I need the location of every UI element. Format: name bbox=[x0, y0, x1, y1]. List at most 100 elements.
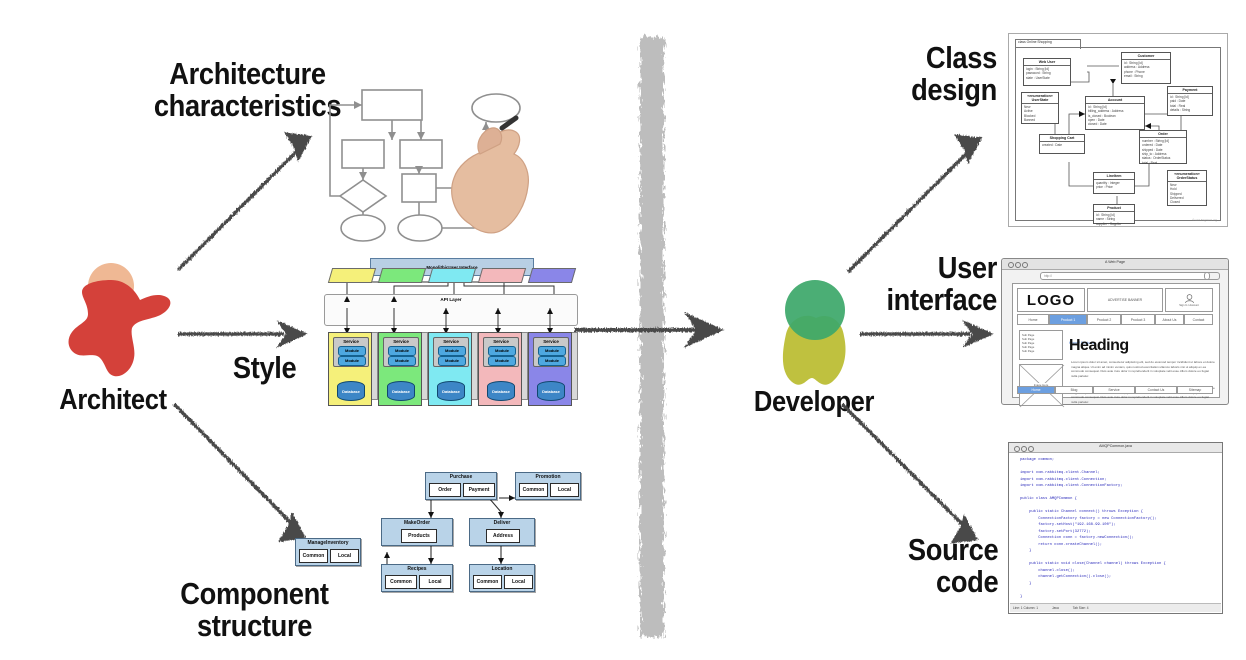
arrow-to-source-code bbox=[840, 402, 978, 544]
component-location: Location Common Local bbox=[469, 564, 535, 592]
module-box: Module bbox=[338, 346, 366, 356]
status-tab-size[interactable]: Tab Size: 4 bbox=[1073, 606, 1089, 610]
component-title: Location bbox=[491, 566, 513, 572]
wireframe-nav-item-1[interactable]: Product 1 bbox=[1049, 314, 1087, 325]
architect-label: Architect bbox=[59, 384, 167, 416]
window-dot-icon bbox=[1021, 445, 1027, 452]
architect-figure bbox=[68, 263, 171, 377]
label-class-design: Class design bbox=[878, 42, 997, 105]
uml-attributes: id : String [id] name : String supplier … bbox=[1096, 213, 1122, 226]
uml-class-name: LineItem bbox=[1094, 173, 1134, 180]
uml-class-name: Customer bbox=[1122, 53, 1170, 60]
editor-code[interactable]: package common; import com.rabbitmq.clie… bbox=[1010, 453, 1221, 603]
label-line-1: Style bbox=[232, 350, 297, 385]
wireframe-sidebar: Sub Page Sub Page Sub Page Sub Page Sub … bbox=[1019, 330, 1063, 360]
component-part: Common bbox=[519, 483, 548, 497]
wireframe-nav-item-0[interactable]: Home bbox=[1017, 314, 1049, 325]
service-label: Service bbox=[443, 339, 459, 344]
module-box: Module bbox=[538, 356, 566, 366]
window-dot-icon bbox=[1008, 262, 1014, 268]
label-architecture-characteristics: Architecture characteristics bbox=[153, 58, 342, 121]
wireframe-page: LOGO ADVERTISE BANNER Sign In / Account … bbox=[1012, 283, 1220, 408]
wireframe-nav-item-5[interactable]: Contact bbox=[1184, 314, 1213, 325]
component-purchase: Purchase Order Payment bbox=[425, 472, 497, 500]
wireframe-window-bar: A Web Page bbox=[1002, 259, 1228, 270]
arrow-to-architecture-characteristics bbox=[176, 132, 312, 272]
microservices-diagram: MonolithicUser Interface API Layer Servi… bbox=[322, 256, 578, 406]
uml-class-webuser: Web User login : String [id] password : … bbox=[1023, 58, 1071, 86]
module-box: Module bbox=[438, 346, 466, 356]
api-shape-3 bbox=[427, 268, 477, 283]
component-part: Order bbox=[429, 483, 461, 497]
api-shape-5 bbox=[527, 268, 577, 283]
uml-class-name: Account bbox=[1086, 97, 1144, 104]
label-user-interface: User interface bbox=[865, 252, 997, 315]
module-box: Module bbox=[538, 346, 566, 356]
uml-class-name: «enumeration» OrderStatus bbox=[1168, 171, 1206, 182]
component-part: Local bbox=[550, 483, 579, 497]
component-part: Common bbox=[385, 575, 417, 589]
label-line-1: Source bbox=[907, 532, 999, 567]
window-dot-icon bbox=[1015, 262, 1021, 268]
window-dot-icon bbox=[1014, 445, 1020, 452]
label-line-1: Class bbox=[925, 40, 997, 75]
component-title: ManageInventory bbox=[307, 540, 349, 546]
source-code-image: AMQPCommon.java package common; import c… bbox=[1008, 442, 1223, 614]
sidebar-link[interactable]: Sub Page bbox=[1022, 349, 1060, 353]
label-line-2: characteristics bbox=[153, 87, 342, 123]
wireframe-footer-item-4[interactable]: Sitemap bbox=[1177, 386, 1213, 394]
component-deliver: Deliver Address bbox=[469, 518, 535, 546]
wireframe-nav-item-2[interactable]: Product 2 bbox=[1087, 314, 1121, 325]
wireframe-image-placeholder: Image Here bbox=[1019, 364, 1065, 408]
database-cylinder: Database bbox=[337, 381, 365, 401]
uml-attributes: created : Date bbox=[1042, 143, 1063, 147]
component-promotion: Promotion Common Local bbox=[515, 472, 581, 500]
service-label: Service bbox=[343, 339, 359, 344]
architect-actor: Architect bbox=[48, 258, 178, 418]
component-part: Local bbox=[504, 575, 533, 589]
uml-class-lineitem: LineItem quantity : Integer price : Pric… bbox=[1093, 172, 1135, 194]
uml-attributes: id : String [id] billing_address : Addre… bbox=[1088, 105, 1124, 127]
uml-class-name: Product bbox=[1094, 205, 1134, 212]
label-line-2: design bbox=[911, 71, 997, 107]
module-box: Module bbox=[438, 356, 466, 366]
uml-class-name: Payment bbox=[1168, 87, 1212, 94]
component-title: Deliver bbox=[493, 520, 511, 526]
uml-enum-userstate: «enumeration» UserState New Active Block… bbox=[1021, 92, 1059, 124]
uml-attributes: id : String [id] paid : Date total : Rea… bbox=[1170, 95, 1191, 112]
wireframe-footer-item-0[interactable]: Home bbox=[1017, 386, 1055, 394]
window-dot-icon bbox=[1028, 445, 1034, 452]
wireframe-window-title: A Web Page bbox=[1105, 260, 1125, 264]
service-header: Service Module Module bbox=[333, 337, 369, 367]
module-box: Module bbox=[388, 346, 416, 356]
uml-class-name: Shopping Cart bbox=[1040, 135, 1084, 142]
wireframe-footer-item-1[interactable]: Blog bbox=[1055, 386, 1093, 394]
label-source-code: Source code bbox=[871, 534, 999, 597]
component-title: Purchase bbox=[449, 474, 473, 480]
uml-class-payment: Payment id : String [id] paid : Date tot… bbox=[1167, 86, 1213, 116]
wireframe-footer-item-3[interactable]: Contact Us bbox=[1135, 386, 1177, 394]
database-cylinder: Database bbox=[487, 381, 515, 401]
editor-status-bar: Line: 1 Column: 1 Java Tab Size: 4 bbox=[1010, 603, 1221, 612]
status-language[interactable]: Java bbox=[1052, 606, 1059, 610]
module-box: Module bbox=[488, 346, 516, 356]
wireframe-footer-item-2[interactable]: Service bbox=[1093, 386, 1135, 394]
wireframe-nav-item-4[interactable]: About Us bbox=[1155, 314, 1184, 325]
service-column-1: Service Module Module Database bbox=[328, 332, 372, 406]
label-line-2: interface bbox=[886, 281, 997, 317]
component-part: Common bbox=[473, 575, 502, 589]
label-line-2: code bbox=[936, 563, 999, 599]
uml-attributes: login : String [id] password : String st… bbox=[1026, 67, 1051, 80]
uml-class-product: Product id : String [id] name : String s… bbox=[1093, 204, 1135, 226]
wireframe-nav-item-3[interactable]: Product 3 bbox=[1121, 314, 1155, 325]
component-makeorder: MakeOrder Products bbox=[381, 518, 453, 546]
uml-class-name: Web User bbox=[1024, 59, 1070, 66]
component-manageinventory: ManageInventory Common Local bbox=[295, 538, 361, 566]
account-label: Sign In / Account bbox=[1179, 303, 1199, 307]
wireframe-url-bar[interactable]: http:// bbox=[1040, 272, 1210, 280]
component-part: Local bbox=[330, 549, 359, 563]
hand-with-marker bbox=[451, 127, 529, 234]
service-header: Service Module Module bbox=[533, 337, 569, 367]
wireframe-logo: LOGO bbox=[1017, 288, 1085, 312]
component-part: Payment bbox=[463, 483, 495, 497]
